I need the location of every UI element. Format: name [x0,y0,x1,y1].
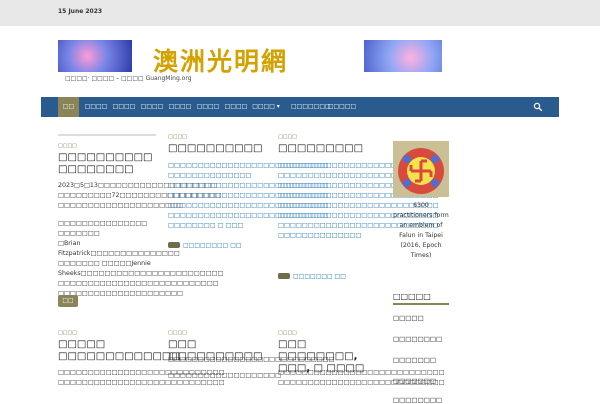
article-excerpt: □□□□□□□□□□□□□□□□□□□□□□□□□□□□ □□□□□□□□□□□… [168,356,335,379]
site-tagline: □□□□· □□□□ – □□□□ GuangMing.org [65,75,192,82]
nav-item-dropdown[interactable]: □□□□ ▾ [251,97,281,117]
falun-emblem-image[interactable] [393,141,449,197]
read-more-link[interactable]: □□□□□□□ □□ [293,273,346,280]
category-tag[interactable]: □□□□ [278,330,297,336]
nav-item-10[interactable]: □□□□□ [327,97,357,117]
search-icon[interactable] [533,102,543,112]
lotus-right-image [364,40,442,72]
article-headline[interactable]: □□□□□ □□□□□□□□□□□□□ [58,339,181,363]
category-tag[interactable]: □□□□ [278,134,297,140]
category-tag[interactable]: □□□□ [58,143,77,149]
category-tag[interactable]: □□□□ [58,330,77,336]
sidebar-link[interactable]: □□□□□□□□ [393,396,442,404]
sidebar-heading-rule [393,303,449,305]
falun-emblem-graphic [393,141,449,197]
nav-item-6[interactable]: □□□□ [193,97,223,117]
article-headline[interactable]: □□□□□□□□□□ □□□□□□□□ [58,152,156,176]
article-headline[interactable]: □□□□□□□□□ [278,143,376,155]
nav-item-9[interactable]: □□□□□□□ [291,97,331,117]
sidebar-link[interactable]: □□□□□□□ [393,356,436,364]
read-more-link[interactable]: □□□□□□□□ □□ [183,242,242,249]
image-caption: 6300 practitioners form an emblem of Fal… [393,202,449,259]
nav-item-2[interactable]: □□□□ [81,97,111,117]
more-button[interactable]: □□ [58,295,78,307]
nav-item-7[interactable]: □□□□ [221,97,251,117]
date-label: 15 June 2023 [58,8,103,15]
article-excerpt: □□□□□□□□□□□□□□□□□□□□□□□□□□□□ □□□□□□□□□□□… [278,369,445,386]
nav-item-dropdown-label: □□□□ [252,103,275,110]
category-tag[interactable]: □□□□ [168,330,187,336]
chevron-down-icon: ▾ [276,103,280,110]
article-headline[interactable]: □□□□□□□□□□ [168,143,266,155]
sidebar-link[interactable]: □□□□□□□□ [393,335,442,343]
article-body-2: □□□□□□□□□□□□□□□□□□□□□□□□□□□ □□□□□□□□□□□□… [168,162,329,229]
article-excerpt: □□□□□□□□□□□□□□□□□□□□□□□□□□□□ □□□□□□□□□□□… [58,369,225,386]
author-badge [278,273,290,279]
nav-item-4[interactable]: □□□□ [137,97,167,117]
sidebar-link[interactable]: □□□□□□□ [393,377,436,385]
nav-item-home[interactable]: □□ [58,97,79,117]
main-navigation: □□ □□□□ □□□□ □□□□ □□□□ □□□□ □□□□ □□□□ ▾ … [41,97,559,117]
author-badge [168,242,180,248]
sidebar-heading: □□□□□ [393,292,431,301]
sidebar-link[interactable]: □□□□□ [393,314,424,322]
lotus-left-image [58,40,132,72]
category-tag[interactable]: □□□□ [168,134,187,140]
top-bar: 15 June 2023 [0,0,600,26]
article-body-3: □□□□□□□□□□□□□□□□□□□□□□□□□□□ □□□□□□□□□□□□… [278,162,439,239]
column-divider [58,134,156,136]
nav-item-3[interactable]: □□□□ [109,97,139,117]
article-body-1: 2023□5□13□□□□□□□□□□□□□□□□□□□□ □□□□□□□□□7… [58,182,224,297]
site-title: 澳洲光明網 [153,47,289,76]
nav-item-5[interactable]: □□□□ [165,97,195,117]
site-banner[interactable]: 澳洲光明網 [58,40,442,76]
